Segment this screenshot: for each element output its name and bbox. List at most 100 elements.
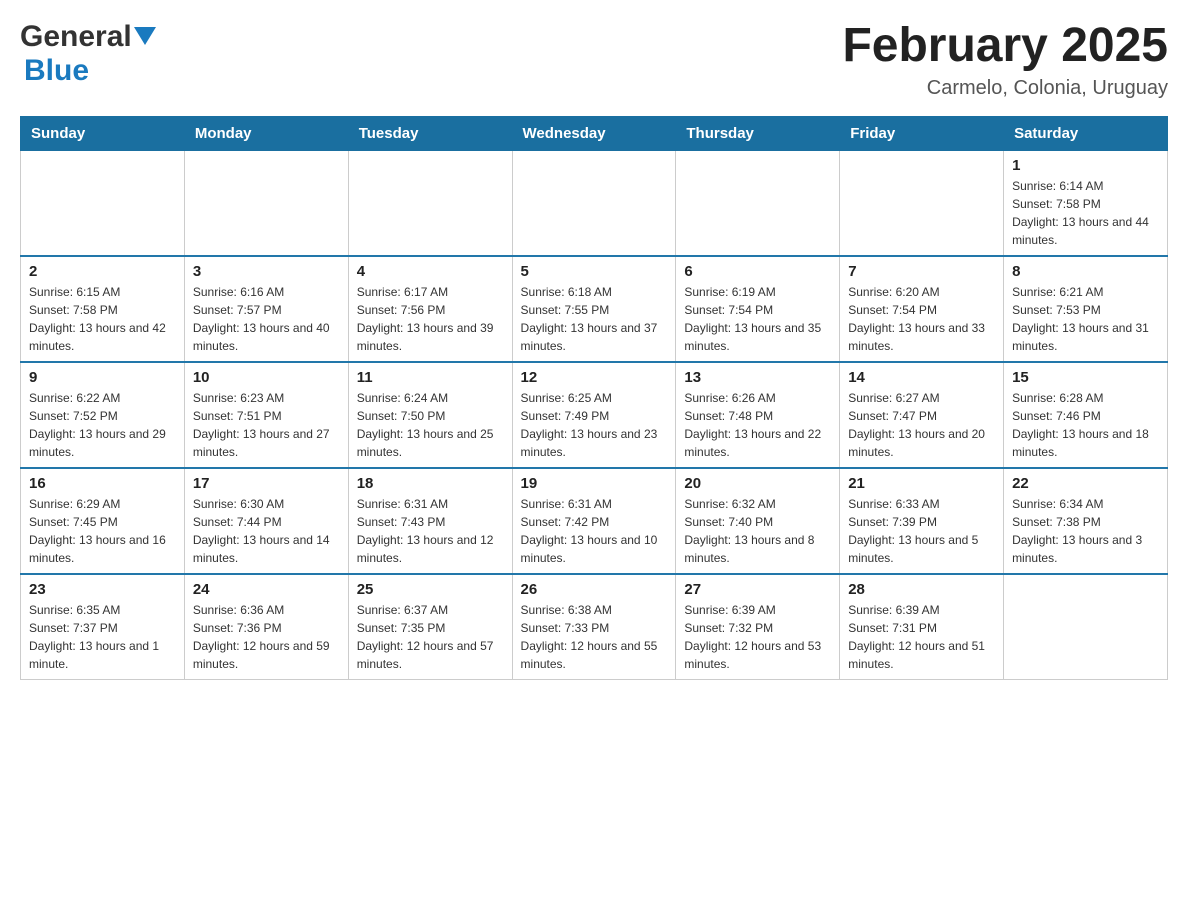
day-number: 18 xyxy=(357,475,504,492)
page-header: General Blue February 2025 Carmelo, Colo… xyxy=(20,20,1168,100)
calendar-header-saturday: Saturday xyxy=(1004,116,1168,150)
day-number: 9 xyxy=(29,369,176,386)
day-info: Sunrise: 6:26 AM Sunset: 7:48 PM Dayligh… xyxy=(684,389,831,461)
day-number: 14 xyxy=(848,369,995,386)
day-info: Sunrise: 6:35 AM Sunset: 7:37 PM Dayligh… xyxy=(29,601,176,673)
calendar-cell xyxy=(840,150,1004,256)
day-number: 19 xyxy=(521,475,668,492)
calendar-cell: 9 Sunrise: 6:22 AM Sunset: 7:52 PM Daylig… xyxy=(21,362,185,468)
calendar-cell: 3 Sunrise: 6:16 AM Sunset: 7:57 PM Daylig… xyxy=(184,256,348,362)
day-info: Sunrise: 6:39 AM Sunset: 7:32 PM Dayligh… xyxy=(684,601,831,673)
calendar-cell: 10 Sunrise: 6:23 AM Sunset: 7:51 PM Dayli… xyxy=(184,362,348,468)
calendar-cell: 1Sunrise: 6:14 AM Sunset: 7:58 PM Daylig… xyxy=(1004,150,1168,256)
calendar-cell: 13 Sunrise: 6:26 AM Sunset: 7:48 PM Dayli… xyxy=(676,362,840,468)
calendar-cell: 22 Sunrise: 6:34 AM Sunset: 7:38 PM Dayli… xyxy=(1004,468,1168,574)
calendar-cell: 7 Sunrise: 6:20 AM Sunset: 7:54 PM Daylig… xyxy=(840,256,1004,362)
calendar-cell: 15 Sunrise: 6:28 AM Sunset: 7:46 PM Dayli… xyxy=(1004,362,1168,468)
day-number: 5 xyxy=(521,263,668,280)
day-number: 2 xyxy=(29,263,176,280)
calendar-header-thursday: Thursday xyxy=(676,116,840,150)
day-number: 20 xyxy=(684,475,831,492)
calendar-header-row: SundayMondayTuesdayWednesdayThursdayFrid… xyxy=(21,116,1168,150)
day-number: 28 xyxy=(848,581,995,598)
calendar-cell: 2 Sunrise: 6:15 AM Sunset: 7:58 PM Daylig… xyxy=(21,256,185,362)
calendar-cell xyxy=(348,150,512,256)
calendar-cell: 18 Sunrise: 6:31 AM Sunset: 7:43 PM Dayli… xyxy=(348,468,512,574)
logo: General Blue xyxy=(20,20,156,88)
calendar-cell: 20 Sunrise: 6:32 AM Sunset: 7:40 PM Dayli… xyxy=(676,468,840,574)
day-info: Sunrise: 6:27 AM Sunset: 7:47 PM Dayligh… xyxy=(848,389,995,461)
calendar-cell: 5 Sunrise: 6:18 AM Sunset: 7:55 PM Daylig… xyxy=(512,256,676,362)
day-info: Sunrise: 6:31 AM Sunset: 7:43 PM Dayligh… xyxy=(357,495,504,567)
logo-triangle-icon xyxy=(134,27,156,47)
day-number: 23 xyxy=(29,581,176,598)
calendar-cell xyxy=(676,150,840,256)
calendar-week-5: 23 Sunrise: 6:35 AM Sunset: 7:37 PM Dayli… xyxy=(21,574,1168,680)
day-number: 25 xyxy=(357,581,504,598)
day-info: Sunrise: 6:15 AM Sunset: 7:58 PM Dayligh… xyxy=(29,283,176,355)
day-info: Sunrise: 6:30 AM Sunset: 7:44 PM Dayligh… xyxy=(193,495,340,567)
day-number: 21 xyxy=(848,475,995,492)
day-number: 3 xyxy=(193,263,340,280)
day-number: 16 xyxy=(29,475,176,492)
calendar-cell: 19 Sunrise: 6:31 AM Sunset: 7:42 PM Dayli… xyxy=(512,468,676,574)
day-number: 24 xyxy=(193,581,340,598)
calendar-cell xyxy=(512,150,676,256)
day-number: 4 xyxy=(357,263,504,280)
day-info: Sunrise: 6:32 AM Sunset: 7:40 PM Dayligh… xyxy=(684,495,831,567)
day-info: Sunrise: 6:31 AM Sunset: 7:42 PM Dayligh… xyxy=(521,495,668,567)
day-info: Sunrise: 6:39 AM Sunset: 7:31 PM Dayligh… xyxy=(848,601,995,673)
day-number: 15 xyxy=(1012,369,1159,386)
day-number: 8 xyxy=(1012,263,1159,280)
month-title: February 2025 xyxy=(842,20,1168,73)
day-info: Sunrise: 6:28 AM Sunset: 7:46 PM Dayligh… xyxy=(1012,389,1159,461)
day-number: 27 xyxy=(684,581,831,598)
location-text: Carmelo, Colonia, Uruguay xyxy=(842,77,1168,100)
day-info: Sunrise: 6:34 AM Sunset: 7:38 PM Dayligh… xyxy=(1012,495,1159,567)
title-block: February 2025 Carmelo, Colonia, Uruguay xyxy=(842,20,1168,100)
calendar-cell: 25 Sunrise: 6:37 AM Sunset: 7:35 PM Dayli… xyxy=(348,574,512,680)
calendar-header-friday: Friday xyxy=(840,116,1004,150)
calendar-cell: 27 Sunrise: 6:39 AM Sunset: 7:32 PM Dayli… xyxy=(676,574,840,680)
day-number: 1 xyxy=(1012,157,1159,174)
day-info: Sunrise: 6:36 AM Sunset: 7:36 PM Dayligh… xyxy=(193,601,340,673)
day-number: 12 xyxy=(521,369,668,386)
day-info: Sunrise: 6:29 AM Sunset: 7:45 PM Dayligh… xyxy=(29,495,176,567)
day-info: Sunrise: 6:20 AM Sunset: 7:54 PM Dayligh… xyxy=(848,283,995,355)
day-info: Sunrise: 6:19 AM Sunset: 7:54 PM Dayligh… xyxy=(684,283,831,355)
calendar-cell: 4 Sunrise: 6:17 AM Sunset: 7:56 PM Daylig… xyxy=(348,256,512,362)
calendar-cell: 16 Sunrise: 6:29 AM Sunset: 7:45 PM Dayli… xyxy=(21,468,185,574)
day-number: 11 xyxy=(357,369,504,386)
calendar-cell: 26 Sunrise: 6:38 AM Sunset: 7:33 PM Dayli… xyxy=(512,574,676,680)
calendar-header-monday: Monday xyxy=(184,116,348,150)
calendar-week-4: 16 Sunrise: 6:29 AM Sunset: 7:45 PM Dayli… xyxy=(21,468,1168,574)
day-info: Sunrise: 6:23 AM Sunset: 7:51 PM Dayligh… xyxy=(193,389,340,461)
day-number: 13 xyxy=(684,369,831,386)
calendar-cell: 28 Sunrise: 6:39 AM Sunset: 7:31 PM Dayli… xyxy=(840,574,1004,680)
day-info: Sunrise: 6:38 AM Sunset: 7:33 PM Dayligh… xyxy=(521,601,668,673)
day-number: 7 xyxy=(848,263,995,280)
calendar-header-sunday: Sunday xyxy=(21,116,185,150)
calendar-week-2: 2 Sunrise: 6:15 AM Sunset: 7:58 PM Daylig… xyxy=(21,256,1168,362)
calendar-cell: 8Sunrise: 6:21 AM Sunset: 7:53 PM Daylig… xyxy=(1004,256,1168,362)
calendar-cell: 23 Sunrise: 6:35 AM Sunset: 7:37 PM Dayli… xyxy=(21,574,185,680)
calendar-cell: 24 Sunrise: 6:36 AM Sunset: 7:36 PM Dayli… xyxy=(184,574,348,680)
logo-blue-text: Blue xyxy=(24,54,89,88)
calendar-cell: 6Sunrise: 6:19 AM Sunset: 7:54 PM Daylig… xyxy=(676,256,840,362)
day-info: Sunrise: 6:18 AM Sunset: 7:55 PM Dayligh… xyxy=(521,283,668,355)
day-number: 22 xyxy=(1012,475,1159,492)
calendar-cell: 14 Sunrise: 6:27 AM Sunset: 7:47 PM Dayli… xyxy=(840,362,1004,468)
day-info: Sunrise: 6:22 AM Sunset: 7:52 PM Dayligh… xyxy=(29,389,176,461)
day-number: 10 xyxy=(193,369,340,386)
calendar-cell xyxy=(21,150,185,256)
day-info: Sunrise: 6:33 AM Sunset: 7:39 PM Dayligh… xyxy=(848,495,995,567)
calendar-header-tuesday: Tuesday xyxy=(348,116,512,150)
calendar-table: SundayMondayTuesdayWednesdayThursdayFrid… xyxy=(20,116,1168,680)
day-info: Sunrise: 6:25 AM Sunset: 7:49 PM Dayligh… xyxy=(521,389,668,461)
day-info: Sunrise: 6:17 AM Sunset: 7:56 PM Dayligh… xyxy=(357,283,504,355)
day-info: Sunrise: 6:16 AM Sunset: 7:57 PM Dayligh… xyxy=(193,283,340,355)
calendar-cell: 12 Sunrise: 6:25 AM Sunset: 7:49 PM Dayli… xyxy=(512,362,676,468)
day-number: 26 xyxy=(521,581,668,598)
calendar-cell xyxy=(1004,574,1168,680)
day-info: Sunrise: 6:37 AM Sunset: 7:35 PM Dayligh… xyxy=(357,601,504,673)
